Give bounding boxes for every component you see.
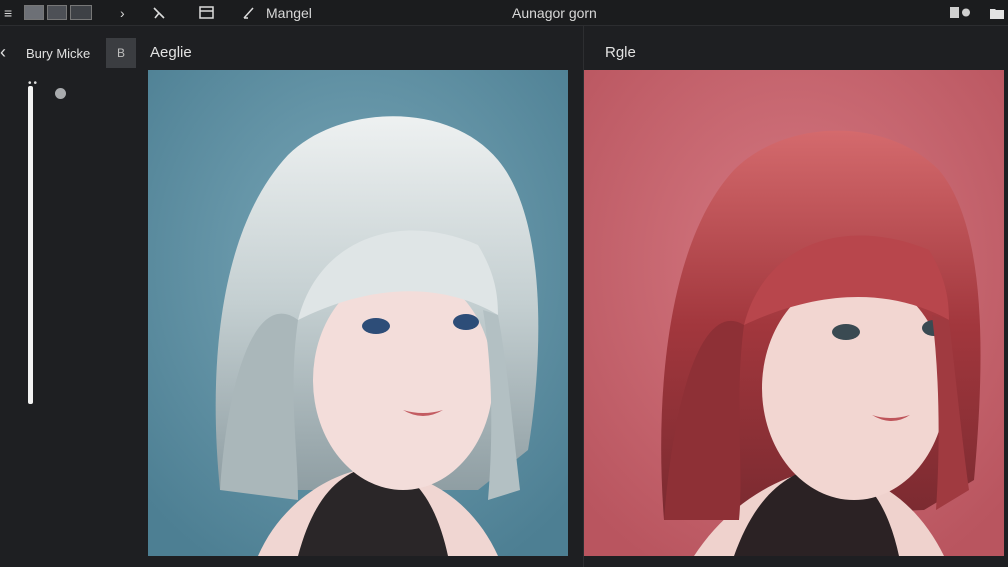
window-title: Aunagor gorn — [512, 4, 597, 21]
top-toolbar: ≡ › Mangel Aunagor gorn — [0, 0, 1008, 26]
sidebar: ‹ Bury Micke B •• — [0, 26, 142, 567]
portrait-image-left — [148, 70, 568, 556]
sidebar-header: ‹ Bury Micke B — [0, 38, 142, 68]
sidebar-title: Bury Micke — [26, 46, 91, 61]
vertical-slider[interactable] — [28, 86, 33, 404]
thumbnail-1[interactable] — [24, 5, 44, 20]
frame-icon[interactable] — [199, 0, 214, 25]
wand-icon[interactable] — [152, 0, 166, 25]
right-panel-label: Rgle — [605, 44, 636, 61]
pencil-icon[interactable] — [242, 0, 256, 25]
portrait-image-right — [584, 70, 1004, 556]
folder-icon[interactable] — [990, 0, 1004, 25]
sidebar-square-button[interactable]: B — [106, 38, 136, 68]
slider-knob[interactable] — [55, 88, 66, 99]
left-panel-label: Aeglie — [150, 44, 192, 61]
menu-icon[interactable]: ≡ — [4, 0, 12, 25]
chevron-right-icon[interactable]: › — [120, 0, 125, 25]
back-icon[interactable]: ‹ — [0, 38, 14, 68]
view-toggle-icon[interactable] — [950, 0, 972, 25]
left-image-preview[interactable] — [148, 70, 568, 556]
thumbnail-2[interactable] — [47, 5, 67, 20]
mode-label[interactable]: Mangel — [266, 0, 312, 25]
right-image-preview[interactable] — [584, 70, 1004, 556]
thumbnail-3[interactable] — [70, 5, 92, 20]
